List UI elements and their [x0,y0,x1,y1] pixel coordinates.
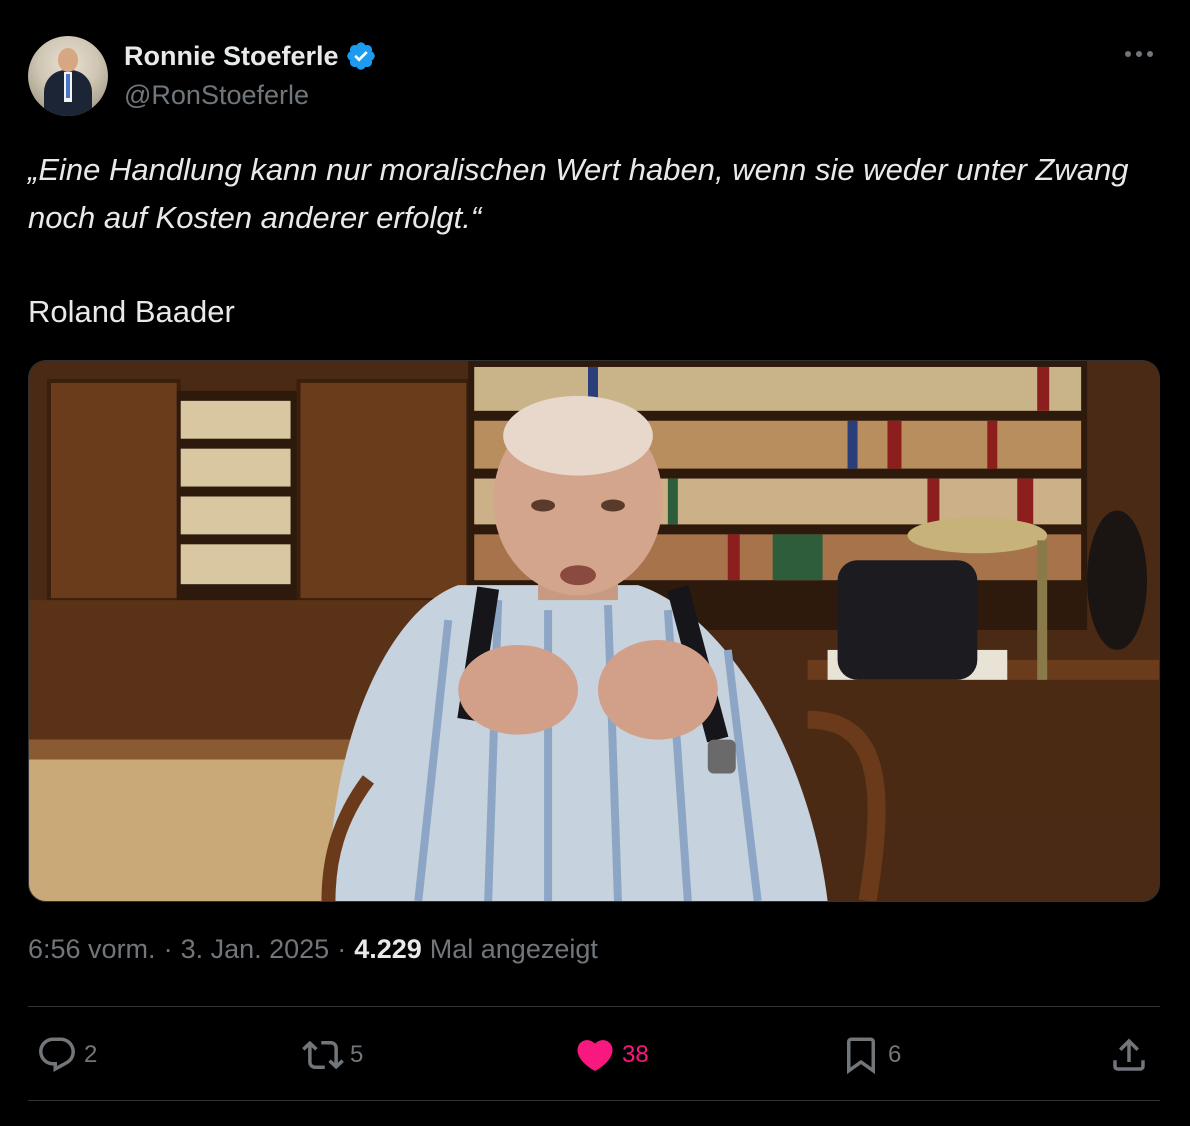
divider [28,1006,1160,1007]
display-name-row[interactable]: Ronnie Stoeferle [124,40,377,72]
views-count: 4.229 [354,934,422,964]
reply-count: 2 [84,1041,98,1068]
reply-button[interactable]: 2 [36,1034,97,1076]
tweet-author: Roland Baader [28,294,235,329]
bookmark-button[interactable]: 6 [840,1034,901,1076]
action-bar: 2 5 38 6 [28,1026,1160,1086]
heart-icon [577,1040,613,1072]
share-icon [1113,1038,1145,1071]
retweet-icon [302,1040,344,1070]
tweet-date[interactable]: 3. Jan. 2025 [181,934,330,965]
reply-icon [39,1037,75,1072]
like-count: 38 [622,1041,649,1068]
meta-separator: · [163,934,173,964]
user-handle[interactable]: @RonStoeferle [124,80,309,111]
meta-separator: · [337,934,347,964]
divider [28,1100,1160,1101]
tweet-media-image[interactable] [28,360,1160,902]
media-illustration [29,361,1159,901]
more-icon[interactable] [1122,44,1156,64]
tweet: Ronnie Stoeferle @RonStoeferle „Eine Han… [0,0,1190,1126]
display-name[interactable]: Ronnie Stoeferle [124,41,339,72]
bookmark-count: 6 [888,1041,902,1068]
avatar[interactable] [28,36,108,116]
like-button[interactable]: 38 [574,1034,649,1076]
retweet-button[interactable]: 5 [302,1034,363,1076]
retweet-count: 5 [350,1041,364,1068]
share-button[interactable] [1108,1034,1150,1076]
tweet-quote: „Eine Handlung kann nur moralischen Wert… [28,152,1129,235]
tweet-time[interactable]: 6:56 vorm. [28,934,156,965]
tweet-meta: 6:56 vorm. · 3. Jan. 2025 · 4.229 Mal an… [28,934,598,965]
verified-icon [346,42,375,70]
bookmark-icon [847,1037,875,1075]
views-label: Mal angezeigt [429,934,598,964]
